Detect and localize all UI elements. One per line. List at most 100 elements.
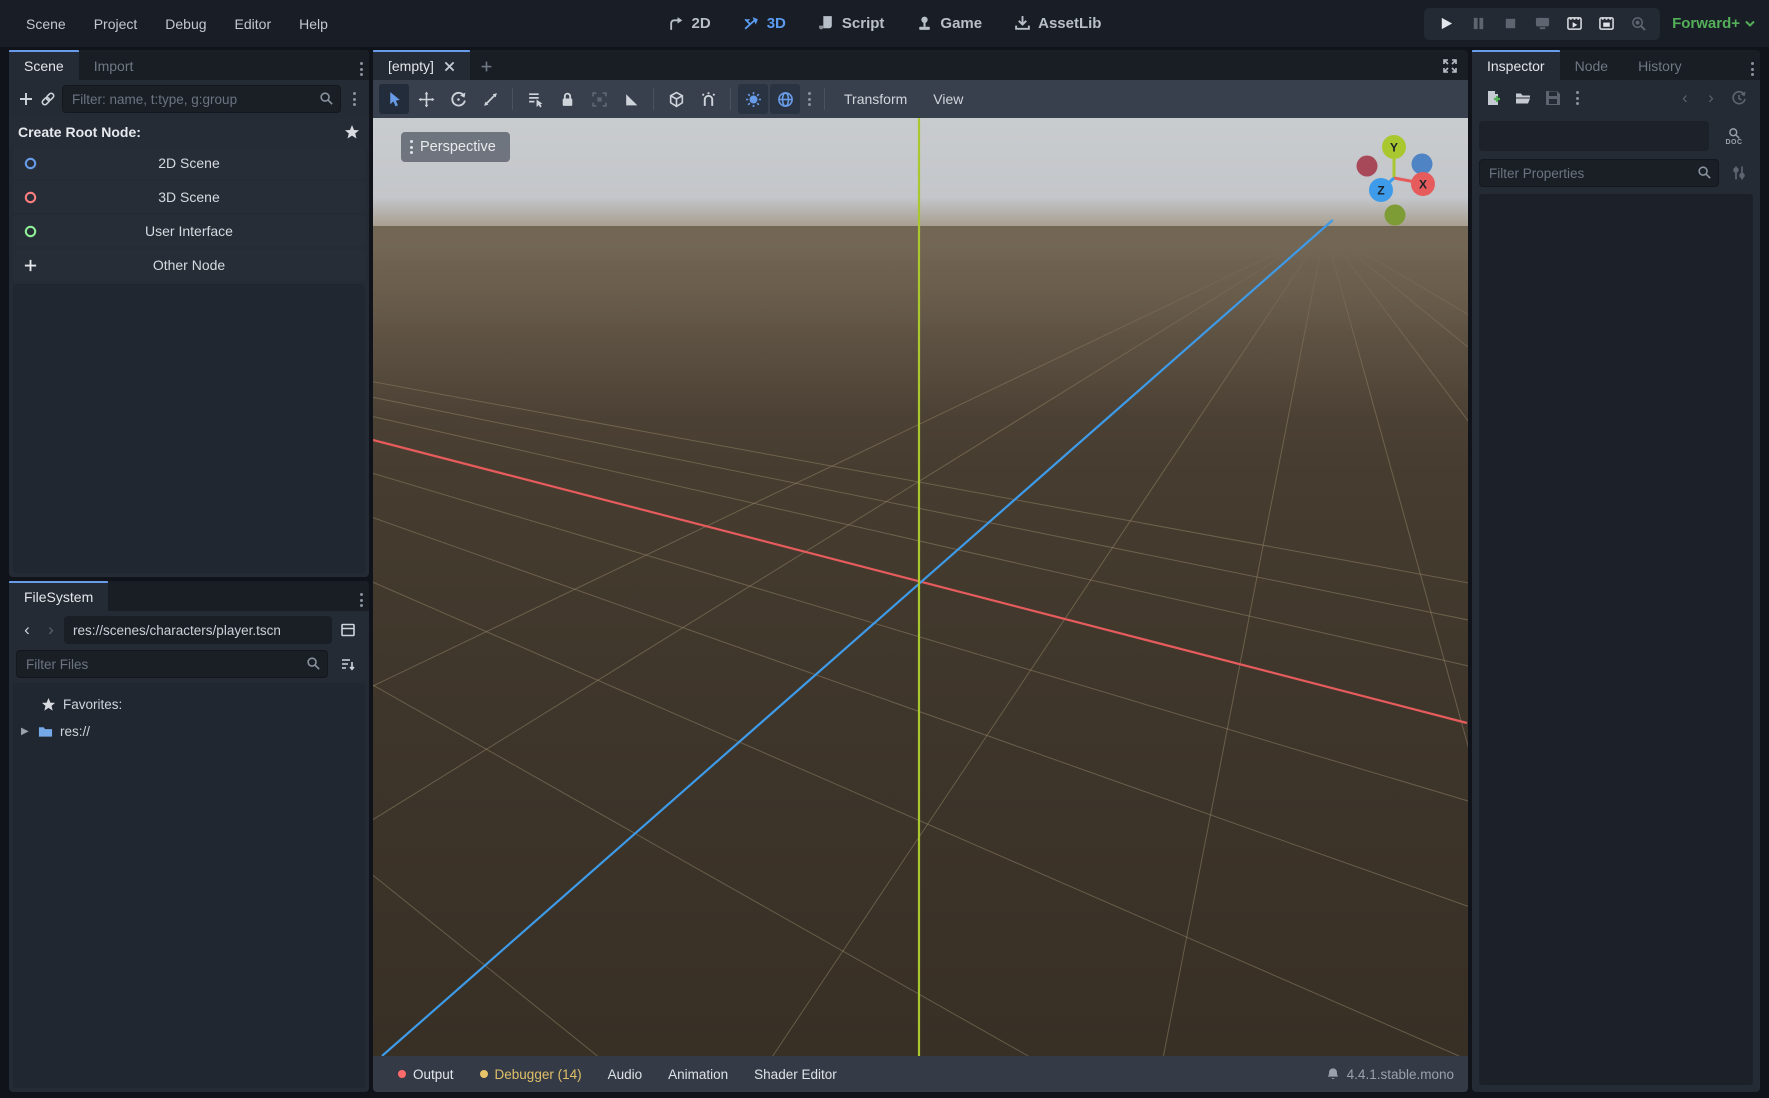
preview-options-menu-icon[interactable]	[802, 88, 817, 110]
tab-import[interactable]: Import	[79, 50, 149, 80]
folder-icon	[38, 724, 53, 739]
lock-button[interactable]	[552, 84, 582, 114]
stop-button[interactable]	[1496, 11, 1524, 37]
menu-debug[interactable]: Debug	[153, 11, 218, 37]
tab-filesystem[interactable]: FileSystem	[9, 581, 108, 611]
inspector-properties-empty-area	[1479, 194, 1753, 1085]
run-buttons	[1424, 8, 1660, 40]
filesystem-dock: FileSystem ‹ › res://scenes/characters/p…	[9, 581, 369, 1092]
node-name-row: DOC	[1472, 116, 1760, 156]
current-path-field[interactable]: res://scenes/characters/player.tscn	[64, 616, 332, 644]
create-ui-scene-button[interactable]: User Interface	[13, 215, 365, 247]
output-panel-button[interactable]: Output	[387, 1063, 465, 1086]
save-resource-button[interactable]	[1540, 85, 1566, 111]
new-resource-button[interactable]	[1480, 85, 1506, 111]
view-perspective-button[interactable]: Perspective	[401, 132, 510, 162]
menu-help[interactable]: Help	[287, 11, 340, 37]
snap-magnet-button[interactable]	[693, 84, 723, 114]
debugger-panel-button[interactable]: Debugger (14)	[469, 1063, 593, 1086]
scale-tool-button[interactable]	[475, 84, 505, 114]
inspector-dock-menu-icon[interactable]	[1745, 58, 1760, 80]
expand-chevron-icon[interactable]: ▶	[21, 726, 31, 737]
scene-dock-menu-icon[interactable]	[354, 58, 369, 80]
animation-panel-button[interactable]: Animation	[657, 1063, 739, 1086]
resource-options-menu-icon[interactable]	[1570, 87, 1585, 109]
viewport-3d[interactable]: Perspective Y X Z	[373, 118, 1468, 1056]
filesystem-dock-menu-icon[interactable]	[354, 589, 369, 611]
history-back-button[interactable]: ‹	[1674, 88, 1696, 108]
script-icon	[818, 15, 835, 32]
filter-properties-input[interactable]	[1479, 159, 1719, 187]
preview-sunlight-button[interactable]	[738, 84, 768, 114]
instance-scene-button[interactable]	[40, 91, 56, 107]
assetlib-icon	[1014, 15, 1031, 32]
selection-list-button[interactable]	[520, 84, 550, 114]
close-icon[interactable]	[444, 61, 455, 72]
gizmo-neg-x[interactable]	[1357, 156, 1378, 177]
node-name-field	[1479, 121, 1709, 151]
scene-tabs-strip: [empty]	[373, 50, 1468, 80]
load-resource-button[interactable]	[1510, 85, 1536, 111]
tab-history[interactable]: History	[1623, 50, 1697, 80]
tab-inspector[interactable]: Inspector	[1472, 50, 1560, 80]
object-history-icon[interactable]	[1726, 85, 1752, 111]
audio-panel-button[interactable]: Audio	[597, 1063, 654, 1086]
group-button[interactable]	[584, 84, 614, 114]
filesystem-filter-input[interactable]	[16, 650, 328, 678]
view-menu-dots-icon	[407, 136, 416, 158]
favorites-star-icon[interactable]	[344, 124, 360, 140]
new-scene-tab-button[interactable]	[470, 50, 503, 80]
sort-files-button[interactable]	[334, 650, 362, 678]
switch-3d-button[interactable]: 3D	[732, 10, 797, 37]
play-custom-scene-button[interactable]	[1592, 11, 1620, 37]
create-3d-scene-button[interactable]: 3D Scene	[13, 181, 365, 213]
switch-2d-button[interactable]: 2D	[657, 10, 722, 37]
scene-filter-menu-icon[interactable]	[347, 88, 362, 110]
version-button[interactable]: 4.4.1.stable.mono	[1326, 1067, 1454, 1082]
property-filter-options-icon[interactable]	[1725, 159, 1753, 187]
snap-object-button[interactable]	[661, 84, 691, 114]
switch-script-button[interactable]: Script	[807, 10, 896, 37]
renderer-select[interactable]: Forward+	[1672, 15, 1755, 32]
transform-menu[interactable]: Transform	[832, 86, 919, 112]
movie-maker-button[interactable]	[1624, 11, 1652, 37]
ruler-tool-button[interactable]	[616, 84, 646, 114]
create-2d-scene-button[interactable]: 2D Scene	[13, 147, 365, 179]
distraction-free-button[interactable]	[1436, 52, 1464, 80]
view-orientation-gizmo[interactable]: Y X Z	[1338, 126, 1450, 236]
move-tool-button[interactable]	[411, 84, 441, 114]
shader-editor-panel-button[interactable]: Shader Editor	[743, 1063, 848, 1086]
favorites-row[interactable]: Favorites:	[19, 691, 359, 718]
menu-scene[interactable]: Scene	[14, 11, 78, 37]
rotate-tool-button[interactable]	[443, 84, 473, 114]
tab-scene[interactable]: Scene	[9, 50, 79, 80]
gizmo-neg-y[interactable]	[1385, 205, 1406, 226]
scene-filter	[62, 85, 341, 113]
pause-button[interactable]	[1464, 11, 1492, 37]
res-root-row[interactable]: ▶ res://	[19, 718, 359, 745]
bottom-panel-bar: Output Debugger (14) Audio Animation Sha…	[373, 1056, 1468, 1092]
preview-environment-button[interactable]	[770, 84, 800, 114]
gizmo-neg-z[interactable]	[1412, 154, 1433, 175]
tab-node[interactable]: Node	[1560, 50, 1623, 80]
remote-debug-button[interactable]	[1528, 11, 1556, 37]
play-button[interactable]	[1432, 11, 1460, 37]
nav-back-button[interactable]: ‹	[16, 620, 38, 640]
create-other-node-button[interactable]: Other Node	[13, 249, 365, 281]
add-node-button[interactable]	[18, 91, 34, 107]
switch-game-button[interactable]: Game	[905, 10, 993, 37]
main-menu-bar: Scene Project Debug Editor Help 2D 3D	[0, 0, 1769, 47]
play-scene-button[interactable]	[1560, 11, 1588, 37]
scene-filter-input[interactable]	[62, 85, 341, 113]
split-view-button[interactable]	[334, 616, 362, 644]
menu-project[interactable]: Project	[82, 11, 150, 37]
nav-forward-button[interactable]: ›	[40, 620, 62, 640]
open-docs-button[interactable]: DOC	[1715, 119, 1753, 153]
history-forward-button[interactable]: ›	[1700, 88, 1722, 108]
select-tool-button[interactable]	[379, 84, 409, 114]
switch-assetlib-button[interactable]: AssetLib	[1003, 10, 1112, 37]
menu-editor[interactable]: Editor	[223, 11, 284, 37]
center-area: [empty]	[373, 50, 1468, 1092]
scene-tab-empty[interactable]: [empty]	[373, 50, 470, 80]
view-menu[interactable]: View	[921, 86, 975, 112]
